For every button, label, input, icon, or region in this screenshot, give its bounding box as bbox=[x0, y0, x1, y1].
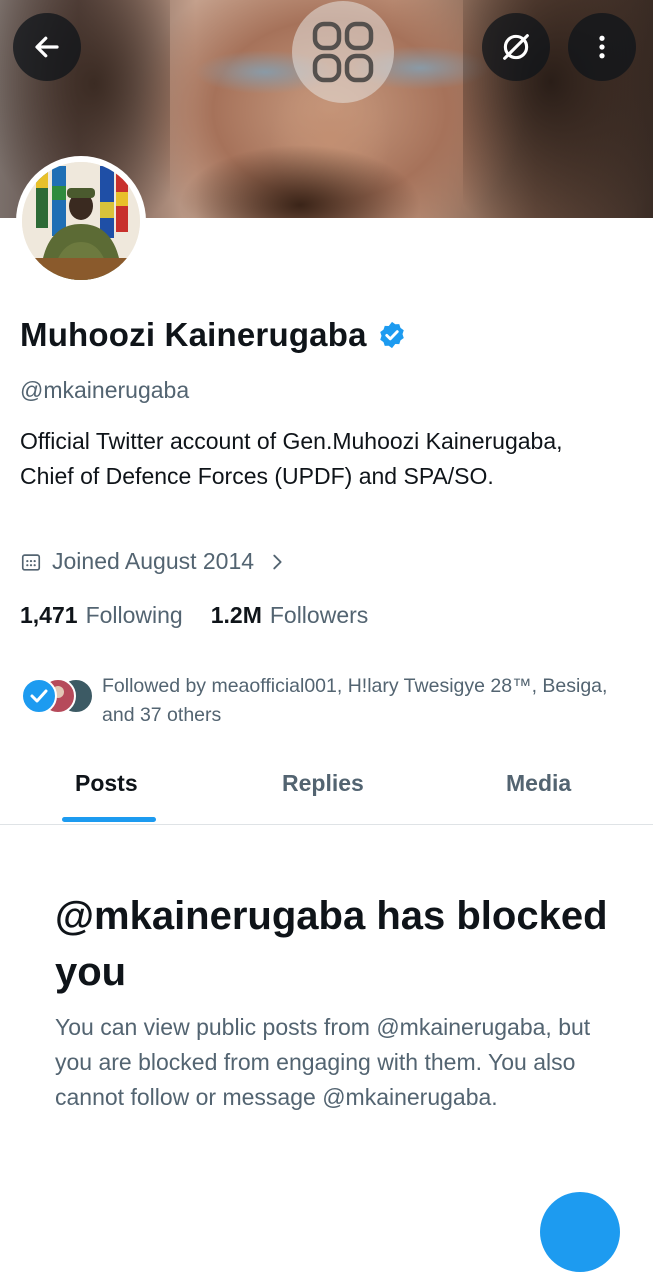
four-squares-icon bbox=[312, 21, 374, 83]
active-tab-indicator bbox=[62, 817, 156, 822]
followers-label: Followers bbox=[269, 602, 369, 628]
followed-by-text: Followed by meaofficial001, H!lary Twesi… bbox=[102, 675, 608, 726]
tab-posts[interactable]: Posts bbox=[75, 770, 138, 797]
tab-media[interactable]: Media bbox=[506, 770, 571, 797]
follow-stats: 1,471 Following 1.2M Followers bbox=[20, 602, 368, 629]
profile-handle: @mkainerugaba bbox=[20, 377, 190, 403]
blocked-title: @mkainerugaba has blocked you bbox=[55, 894, 608, 994]
profile-tabs: Posts Replies Media bbox=[0, 758, 653, 825]
followers-count: 1.2M bbox=[210, 602, 262, 628]
profile-name: Muhoozi Kainerugaba bbox=[20, 316, 367, 353]
arrow-left-icon bbox=[35, 36, 59, 58]
slashed-circle-icon bbox=[503, 34, 529, 60]
profile-avatar[interactable] bbox=[16, 156, 146, 286]
following-label: Following bbox=[85, 602, 183, 628]
joined-date-row[interactable]: Joined August 2014 bbox=[20, 548, 288, 575]
follower-avatar-stack bbox=[21, 678, 94, 714]
joined-date: Joined August 2014 bbox=[52, 548, 255, 574]
back-button[interactable] bbox=[13, 13, 81, 81]
blocked-message: You can view public posts from @mkaineru… bbox=[55, 1014, 591, 1110]
compose-button[interactable] bbox=[540, 1192, 620, 1272]
mute-button[interactable] bbox=[482, 13, 550, 81]
more-button[interactable] bbox=[568, 13, 636, 81]
vertical-dots-icon bbox=[599, 35, 605, 59]
chevron-right-icon bbox=[273, 554, 282, 569]
followed-by-row[interactable]: Followed by meaofficial001, H!lary Twesi… bbox=[20, 672, 612, 730]
following-link[interactable]: 1,471 Following bbox=[20, 602, 183, 629]
following-count: 1,471 bbox=[20, 602, 78, 628]
verified-badge-icon bbox=[379, 321, 404, 349]
calendar-icon bbox=[21, 553, 41, 571]
tab-replies[interactable]: Replies bbox=[282, 770, 364, 797]
grid-button[interactable] bbox=[292, 1, 394, 103]
profile-bio: Official Twitter account of Gen.Muhoozi … bbox=[20, 428, 563, 489]
profile-name-row: Muhoozi Kainerugaba bbox=[20, 316, 407, 354]
followers-link[interactable]: 1.2M Followers bbox=[211, 602, 369, 629]
avatar-image bbox=[22, 162, 140, 280]
follower-avatars bbox=[20, 672, 102, 720]
